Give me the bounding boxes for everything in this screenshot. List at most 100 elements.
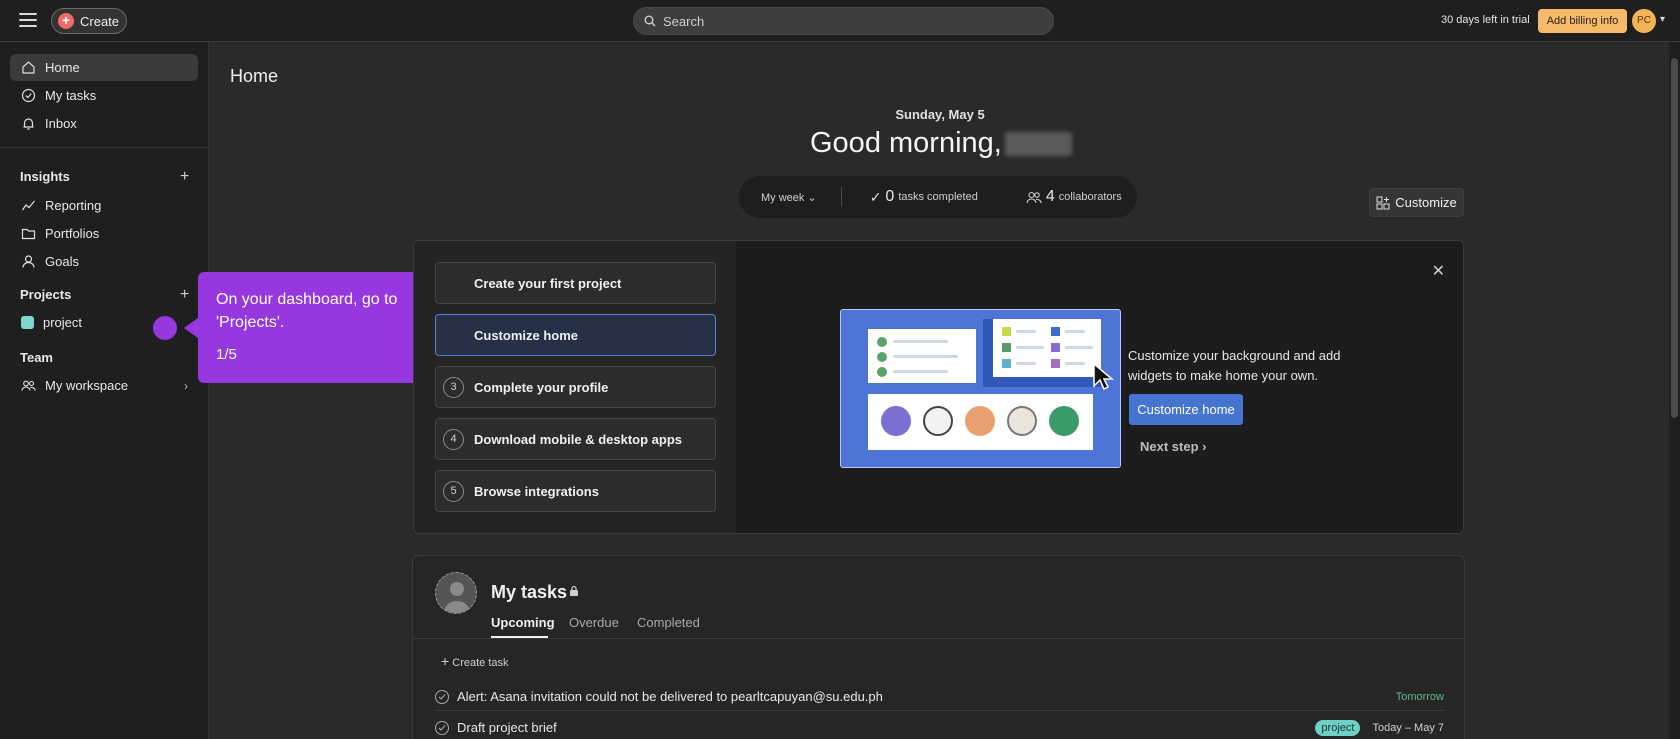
sidebar-item-label: Goals xyxy=(45,254,79,269)
task-row[interactable]: Alert: Asana invitation could not be del… xyxy=(435,683,1444,711)
customize-label: Customize xyxy=(1395,195,1457,210)
sidebar-item-label: project xyxy=(43,315,83,330)
add-insight-icon[interactable]: + xyxy=(180,169,189,185)
page-title: Home xyxy=(230,66,279,86)
sidebar-item-inbox[interactable]: Inbox xyxy=(10,110,198,137)
illustration-task-panel xyxy=(868,329,976,383)
person-icon xyxy=(444,582,470,613)
next-step-label: Next step xyxy=(1140,439,1199,454)
task-name: Draft project brief xyxy=(457,720,557,735)
tabs-divider xyxy=(413,638,1464,639)
step-create-project[interactable]: 1 Create your first project xyxy=(435,262,716,304)
customize-home-illustration xyxy=(840,309,1121,468)
step-customize-home[interactable]: 2 Customize home xyxy=(435,314,716,356)
step-download-apps[interactable]: 4 Download mobile & desktop apps xyxy=(435,418,716,460)
tooltip-arrow xyxy=(184,318,198,338)
sidebar-item-label: My tasks xyxy=(45,88,97,103)
getting-started-description: Customize your background and add widget… xyxy=(1128,348,1341,383)
avatar xyxy=(1007,406,1037,436)
task-complete-checkbox[interactable] xyxy=(435,689,449,704)
getting-started-steps: 1 Create your first project 2 Customize … xyxy=(414,241,736,533)
create-task-label: Create task xyxy=(452,657,509,669)
greeting: Good morning, xyxy=(810,127,1072,160)
weekly-stats: My week ⌄ ✓ 0 tasks completed 4 collabor… xyxy=(739,176,1137,218)
sidebar-item-reporting[interactable]: Reporting xyxy=(10,192,198,219)
sidebar-item-label: Home xyxy=(45,60,80,75)
avatar xyxy=(965,406,995,436)
task-due-date: Today – May 7 xyxy=(1372,721,1444,734)
checkmark-icon: ✓ xyxy=(869,188,882,205)
collaborators-label: collaborators xyxy=(1058,191,1122,203)
team-heading: Team xyxy=(20,350,53,365)
task-complete-checkbox[interactable] xyxy=(435,720,449,735)
sidebar-item-portfolios[interactable]: Portfolios xyxy=(10,220,198,247)
team-icon xyxy=(21,380,36,391)
step-label: Complete your profile xyxy=(474,379,609,395)
person-icon xyxy=(22,255,35,268)
period-dropdown[interactable]: My week ⌄ xyxy=(761,191,817,204)
search-input[interactable]: Search xyxy=(633,7,1054,35)
lock-icon xyxy=(570,585,578,596)
blurred-user-name xyxy=(1004,132,1072,157)
sidebar-item-my-workspace[interactable]: My workspace › xyxy=(10,372,198,399)
step-number: 5 xyxy=(443,480,464,502)
sidebar-item-goals[interactable]: Goals xyxy=(10,248,198,275)
project-tag[interactable]: project xyxy=(1315,719,1361,736)
home-icon xyxy=(22,61,35,74)
create-task-button[interactable]: + Create task xyxy=(441,653,509,669)
period-label: My week xyxy=(761,191,805,204)
step-label: Create your first project xyxy=(474,275,622,291)
my-tasks-card: My tasks Upcoming Overdue Completed + Cr… xyxy=(412,555,1465,739)
tab-upcoming[interactable]: Upcoming xyxy=(491,615,555,630)
step-label: Browse integrations xyxy=(474,483,599,499)
step-label: Customize home xyxy=(474,327,579,343)
trial-status: 30 days left in trial xyxy=(1441,14,1530,26)
getting-started-detail: ✕ Customize your background and add widg… xyxy=(736,241,1463,533)
getting-started-card: 1 Create your first project 2 Customize … xyxy=(413,240,1464,534)
illustration-widget-panel xyxy=(993,319,1101,377)
projects-heading: Projects xyxy=(20,287,72,302)
chevron-right-icon: › xyxy=(1202,439,1207,454)
chevron-down-icon[interactable]: ▾ xyxy=(1660,14,1665,25)
sidebar-item-home[interactable]: Home xyxy=(10,54,198,81)
collaborators-count: 4 xyxy=(1045,188,1055,205)
tour-hotspot[interactable] xyxy=(153,316,177,340)
task-due-date: Tomorrow xyxy=(1395,690,1444,703)
date-label: Sunday, May 5 xyxy=(895,107,985,122)
add-project-icon[interactable]: + xyxy=(180,287,189,303)
sidebar-item-label: My workspace xyxy=(45,378,129,393)
widgets-icon xyxy=(1376,196,1390,209)
tasks-completed-label: tasks completed xyxy=(898,191,978,203)
checkmark-icon xyxy=(438,693,446,700)
task-row[interactable]: Draft project brief project Today – May … xyxy=(435,714,1444,739)
cursor-icon xyxy=(1093,362,1115,391)
tab-completed[interactable]: Completed xyxy=(637,615,700,630)
stats-divider xyxy=(840,187,842,207)
plus-icon: + xyxy=(441,653,450,669)
sidebar-item-label: Reporting xyxy=(45,198,102,213)
plus-icon: + xyxy=(58,13,74,29)
customize-button[interactable]: Customize xyxy=(1369,188,1464,217)
chevron-down-icon: ⌄ xyxy=(807,191,817,204)
create-button[interactable]: + Create xyxy=(51,8,127,34)
avatar[interactable]: PC xyxy=(1632,9,1656,33)
tab-overdue[interactable]: Overdue xyxy=(569,615,619,630)
sidebar-item-my-tasks[interactable]: My tasks xyxy=(10,82,198,109)
close-icon[interactable]: ✕ xyxy=(1432,261,1445,281)
add-billing-button[interactable]: Add billing info xyxy=(1538,9,1627,33)
search-icon xyxy=(644,15,656,27)
avatar xyxy=(923,406,953,436)
menu-icon[interactable] xyxy=(19,13,37,29)
collaborators-icon xyxy=(1026,191,1042,203)
chart-line-icon xyxy=(22,200,35,211)
scrollbar-thumb[interactable] xyxy=(1671,58,1678,418)
step-complete-profile[interactable]: 3 Complete your profile xyxy=(435,366,716,408)
step-browse-integrations[interactable]: 5 Browse integrations xyxy=(435,470,716,512)
insights-heading: Insights xyxy=(20,169,70,184)
chevron-right-icon[interactable]: › xyxy=(184,379,188,393)
avatar xyxy=(435,572,477,614)
next-step-button[interactable]: Next step › xyxy=(1140,439,1207,454)
customize-home-button[interactable]: Customize home xyxy=(1129,394,1243,425)
step-number: 3 xyxy=(443,376,464,398)
avatar xyxy=(881,406,911,436)
